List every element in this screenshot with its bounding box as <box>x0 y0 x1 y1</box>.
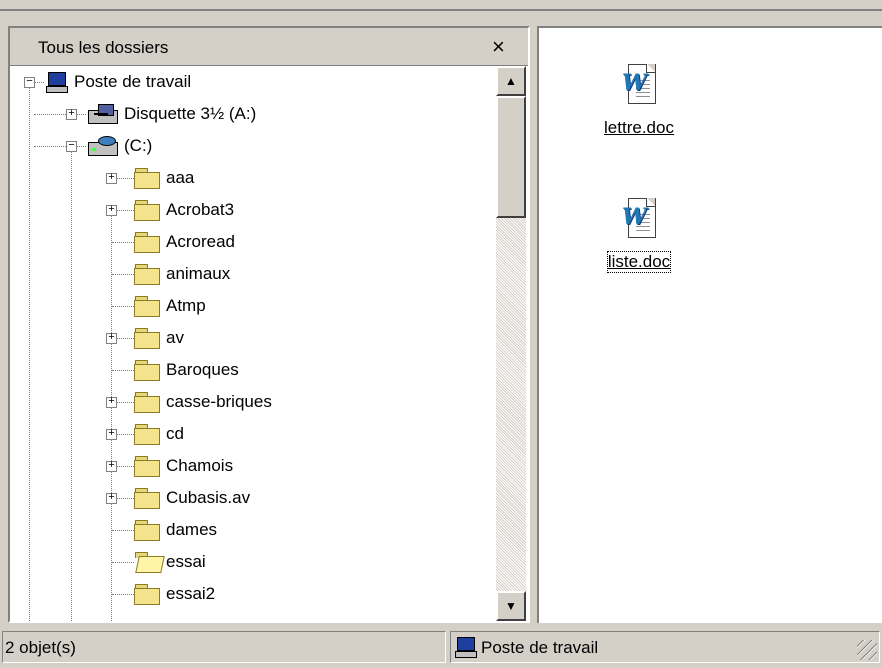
expand-toggle[interactable]: + <box>106 493 117 504</box>
files-pane: W lettre.doc W liste.doc <box>537 26 882 623</box>
folder-icon <box>134 488 160 509</box>
tree-item-label: Atmp <box>166 296 206 315</box>
tree-item-folder[interactable]: animaux <box>134 258 230 290</box>
tree-item-drive-c[interactable]: (C:) <box>88 130 152 162</box>
tree-line <box>112 274 134 275</box>
tree-item-folder[interactable]: Cubasis.av <box>134 482 250 514</box>
folders-pane: Tous les dossiers × − Poste de travail +… <box>8 26 530 623</box>
tree-line <box>34 82 44 83</box>
status-bar: 2 objet(s) Poste de travail <box>0 627 882 668</box>
word-document-icon: W <box>622 198 656 238</box>
tree-item-label: aaa <box>166 168 195 187</box>
tree-item-folder[interactable]: Acroread <box>134 226 235 258</box>
status-location: Poste de travail <box>450 631 880 663</box>
vertical-scrollbar[interactable]: ▲ ▼ <box>496 66 526 621</box>
tree-line <box>71 146 72 621</box>
expand-toggle[interactable]: + <box>106 397 117 408</box>
tree-item-label: essai <box>166 552 206 571</box>
tree-item-label: Poste de travail <box>74 72 192 91</box>
hard-drive-icon <box>88 136 118 156</box>
tree-line <box>34 146 86 147</box>
status-object-count: 2 objet(s) <box>2 631 446 663</box>
folder-icon <box>134 424 160 445</box>
expand-toggle[interactable]: + <box>106 461 117 472</box>
folder-icon <box>134 584 160 605</box>
tree-line <box>34 114 86 115</box>
tree-item-folder[interactable]: Baroques <box>134 354 239 386</box>
tree-line <box>111 210 112 621</box>
folders-pane-title: Tous les dossiers <box>38 38 169 57</box>
tree-item-label: dames <box>166 520 218 539</box>
computer-icon <box>455 637 477 658</box>
tree-line <box>112 306 134 307</box>
tree-item-label: casse-briques <box>166 392 272 411</box>
tree-line <box>112 594 134 595</box>
folder-icon <box>134 520 160 541</box>
folder-icon <box>134 168 160 189</box>
tree-item-label: Baroques <box>166 360 239 379</box>
tree-item-poste-de-travail[interactable]: Poste de travail <box>46 66 191 98</box>
folder-icon <box>134 456 160 477</box>
tree-item-label: cd <box>166 424 184 443</box>
tree-item-folder[interactable]: cd <box>134 418 184 450</box>
scroll-down-button[interactable]: ▼ <box>496 591 526 621</box>
file-lettre-doc[interactable]: W lettre.doc <box>584 64 694 138</box>
object-count-text: 2 objet(s) <box>5 638 76 657</box>
folder-icon <box>134 360 160 381</box>
word-document-icon: W <box>622 64 656 104</box>
expand-toggle[interactable]: + <box>66 109 77 120</box>
tree-line <box>112 370 134 371</box>
folder-icon <box>134 296 160 317</box>
tree-line <box>29 82 30 621</box>
close-pane-button[interactable]: × <box>492 34 505 60</box>
tree-item-folder[interactable]: essai <box>134 546 206 578</box>
scroll-up-button[interactable]: ▲ <box>496 66 526 96</box>
expand-toggle[interactable]: + <box>106 429 117 440</box>
tree-item-folder[interactable]: aaa <box>134 162 194 194</box>
tree-item-folder[interactable]: Atmp <box>134 290 206 322</box>
file-name: lettre.doc <box>604 118 674 137</box>
folders-pane-header: Tous les dossiers × <box>10 28 528 66</box>
folder-icon <box>134 264 160 285</box>
tree-item-floppy[interactable]: Disquette 3½ (A:) <box>88 98 256 130</box>
collapse-toggle[interactable]: − <box>66 141 77 152</box>
tree-item-label: (C:) <box>124 136 153 155</box>
tree-item-label: Chamois <box>166 456 234 475</box>
resize-grip[interactable] <box>857 640 877 660</box>
location-text: Poste de travail <box>481 638 599 657</box>
expand-toggle[interactable]: + <box>106 205 117 216</box>
folder-icon <box>134 200 160 221</box>
expand-toggle[interactable]: + <box>106 333 117 344</box>
folder-tree[interactable]: − Poste de travail + Disquette 3½ (A:) −… <box>10 66 496 621</box>
computer-icon <box>46 72 68 93</box>
tree-item-folder[interactable]: essai2 <box>134 578 215 610</box>
tree-item-label: essai2 <box>166 584 216 603</box>
tree-line <box>112 530 134 531</box>
folder-icon <box>134 328 160 349</box>
tree-item-label: av <box>166 328 184 347</box>
folder-icon <box>134 232 160 253</box>
tree-item-label: Acrobat3 <box>166 200 235 219</box>
tree-item-folder[interactable]: dames <box>134 514 217 546</box>
folder-icon <box>134 392 160 413</box>
tree-item-folder[interactable]: Acrobat3 <box>134 194 234 226</box>
tree-line <box>112 562 134 563</box>
floppy-drive-icon <box>88 104 118 124</box>
tree-item-folder[interactable]: Chamois <box>134 450 233 482</box>
tree-item-label: Disquette 3½ (A:) <box>124 104 257 123</box>
collapse-toggle[interactable]: − <box>24 77 35 88</box>
tree-item-folder[interactable]: casse-briques <box>134 386 272 418</box>
expand-toggle[interactable]: + <box>106 173 117 184</box>
tree-item-label: animaux <box>166 264 231 283</box>
tree-item-label: Cubasis.av <box>166 488 251 507</box>
scroll-thumb[interactable] <box>496 96 526 218</box>
file-name: liste.doc <box>606 251 672 273</box>
tree-line <box>112 242 134 243</box>
divider <box>0 9 882 11</box>
tree-item-folder[interactable]: av <box>134 322 184 354</box>
tree-item-label: Acroread <box>166 232 235 251</box>
file-liste-doc[interactable]: W liste.doc <box>584 198 694 273</box>
open-folder-icon <box>134 552 165 573</box>
